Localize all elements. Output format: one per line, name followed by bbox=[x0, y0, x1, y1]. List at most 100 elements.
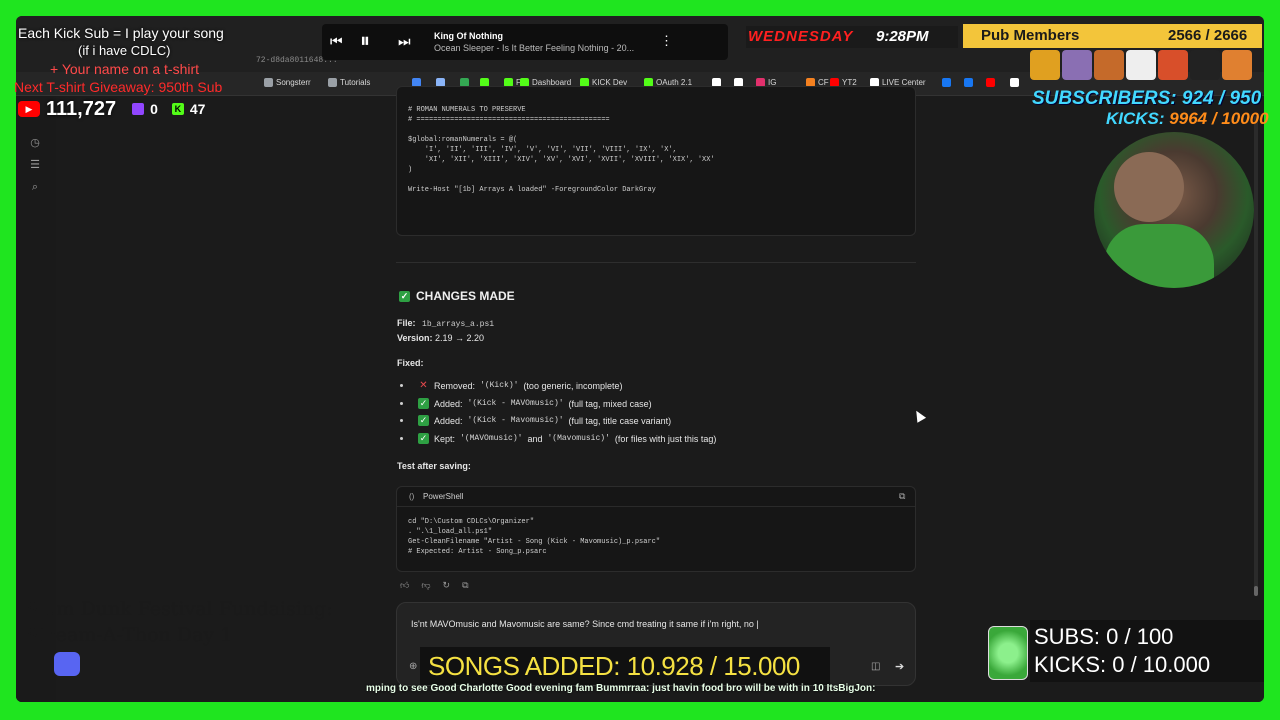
mouse-cursor-icon bbox=[911, 408, 927, 423]
code-brackets-icon: () bbox=[409, 492, 415, 501]
thumbs-up-icon[interactable]: 👍︎ bbox=[400, 580, 409, 591]
check-icon: ✓ bbox=[418, 433, 429, 444]
copy-icon[interactable]: ⧉ bbox=[899, 491, 905, 502]
avatar bbox=[1126, 50, 1156, 80]
track-subtitle: Ocean Sleeper - Is It Better Feeling Not… bbox=[434, 43, 635, 53]
subs-goal: SUBS: 0 / 100 bbox=[1034, 624, 1174, 649]
change-item: ✓ Kept: '(MAVOmusic)' and '(Mavomusic)' … bbox=[400, 433, 716, 444]
bookmark-item[interactable] bbox=[986, 78, 995, 87]
change-item: ✓ Added: '(Kick - Mavomusic)' (full tag,… bbox=[400, 415, 671, 426]
code-text: cd "D:\Custom CDLCs\Organizer" . ".\1_lo… bbox=[408, 518, 661, 556]
more-icon[interactable]: ⋮ bbox=[660, 33, 673, 49]
retry-icon[interactable]: ↻ bbox=[443, 580, 451, 591]
send-icon[interactable]: ➔ bbox=[895, 660, 904, 673]
chat-ticker: mping to see Good Charlotte Good evening… bbox=[360, 682, 1220, 696]
webcam-shirt bbox=[1104, 224, 1214, 288]
test-label: Test after saving: bbox=[397, 461, 471, 471]
subscribers-goal: SUBSCRIBERS: 924 / 950 bbox=[1032, 88, 1262, 109]
scrollbar[interactable] bbox=[1254, 116, 1258, 596]
check-icon: ✓ bbox=[418, 398, 429, 409]
pub-members-count: 2566 / 2666 bbox=[1168, 27, 1248, 44]
bookmark-label: Songsterr bbox=[276, 78, 311, 87]
message-actions: 👍︎ 👎︎ ↻ ⧉ bbox=[400, 580, 469, 591]
code-block-arrays: # ROMAN NUMERALS TO PRESERVE # =========… bbox=[396, 86, 916, 236]
changes-heading: ✓ CHANGES MADE bbox=[399, 289, 515, 303]
goals-box: SUBS: 0 / 100 KICKS: 0 / 10.000 bbox=[1030, 620, 1264, 682]
avatar bbox=[1062, 50, 1092, 80]
time: 9:28PM bbox=[876, 28, 929, 45]
bookmark-icon bbox=[986, 78, 995, 87]
pub-members-banner: Pub Members 2566 / 2666 bbox=[963, 24, 1262, 48]
promo-line-4: Next T-shirt Giveaway: 950th Sub bbox=[14, 79, 223, 95]
track-title: King Of Nothing bbox=[434, 31, 503, 41]
promo-overlay: Each Kick Sub = I play your song (if i h… bbox=[0, 0, 270, 120]
day: WEDNESDAY bbox=[748, 28, 854, 45]
webcam-person bbox=[1114, 152, 1184, 222]
change-item: ✓ Added: '(Kick - MAVOmusic)' (full tag,… bbox=[400, 398, 652, 409]
scrollbar-thumb[interactable] bbox=[1254, 586, 1258, 596]
bookmark-icon bbox=[942, 78, 951, 87]
kick-icon: K bbox=[171, 103, 184, 115]
cross-icon: ✕ bbox=[419, 380, 428, 391]
fixed-label: Fixed: bbox=[397, 358, 424, 368]
songs-added: SONGS ADDED: 10.928 / 15.000 bbox=[428, 651, 800, 681]
bookmark-label: Tutorials bbox=[340, 78, 371, 87]
code-header: () PowerShell ⧉ bbox=[397, 487, 915, 507]
stream-scene: 72-d8da8011648... SongsterrTutorialsFPDa… bbox=[0, 0, 1280, 720]
promo-line-3: + Your name on a t-shirt bbox=[50, 61, 200, 77]
change-item: ✕ Removed: '(Kick)' (too generic, incomp… bbox=[400, 380, 623, 391]
fundraising-line-1: Slam Dunk Festival Fundaising: bbox=[26, 598, 333, 620]
promo-line-2: (if i have CDLC) bbox=[78, 43, 171, 58]
promo-line-1: Each Kick Sub = I play your song bbox=[18, 25, 224, 41]
code-text: # ROMAN NUMERALS TO PRESERVE # =========… bbox=[408, 106, 715, 194]
pause-icon[interactable]: ⏸ bbox=[360, 30, 370, 53]
bookmark-item[interactable] bbox=[964, 78, 973, 87]
avatar bbox=[1030, 50, 1060, 80]
bookmark-item[interactable] bbox=[1010, 78, 1019, 87]
code-lang: PowerShell bbox=[423, 492, 464, 501]
avatar bbox=[1158, 50, 1188, 80]
bookmark-icon bbox=[964, 78, 973, 87]
attach-icon[interactable]: ⊕ bbox=[409, 661, 417, 672]
code-block-powershell: () PowerShell ⧉ cd "D:\Custom CDLCs\Orga… bbox=[396, 486, 916, 572]
avatar bbox=[1094, 50, 1124, 80]
version-line: Version: 2.19 → 2.20 bbox=[397, 333, 485, 343]
twitch-icon bbox=[132, 103, 145, 115]
webcam-feed bbox=[1094, 132, 1254, 288]
bookmark-icon bbox=[1010, 78, 1019, 87]
bookmark-item[interactable]: Songsterr bbox=[264, 78, 311, 87]
avatar bbox=[1190, 50, 1220, 80]
thumbs-down-icon[interactable]: 👎︎ bbox=[421, 580, 430, 591]
goals-jar-icon bbox=[988, 626, 1028, 680]
list-icon[interactable]: ☰ bbox=[28, 158, 42, 172]
bookmark-item[interactable]: Tutorials bbox=[328, 78, 370, 87]
discord-icon bbox=[54, 652, 80, 676]
history-icon[interactable]: ◷ bbox=[28, 136, 42, 150]
bookmark-icon bbox=[328, 78, 337, 87]
fundraising-line-2: Stream-A-Thon Day 1 bbox=[26, 624, 233, 646]
music-player: ⏮ ⏸ ⏭ King Of Nothing Ocean Sleeper - Is… bbox=[322, 24, 728, 60]
youtube-icon: ▶ bbox=[18, 101, 40, 117]
divider bbox=[396, 262, 916, 263]
avatar bbox=[1222, 50, 1252, 80]
bookmark-item[interactable] bbox=[942, 78, 951, 87]
copy-icon[interactable]: ⧉ bbox=[462, 580, 468, 591]
youtube-count: 111,727 bbox=[46, 97, 117, 120]
voice-icon[interactable]: ◫ bbox=[871, 661, 880, 672]
ticker-text: mping to see Good Charlotte Good evening… bbox=[366, 683, 876, 694]
kicks-goal: KICKS: 9964 / 10000 bbox=[1106, 109, 1269, 128]
previous-icon[interactable]: ⏮ bbox=[330, 33, 343, 50]
twitch-count: 0 bbox=[150, 101, 158, 117]
datetime-banner: WEDNESDAY 9:28PM bbox=[746, 26, 958, 48]
check-icon: ✓ bbox=[399, 290, 410, 302]
search-icon[interactable]: ⌕ bbox=[28, 180, 42, 194]
songs-added-banner: SONGS ADDED: 10.928 / 15.000 bbox=[420, 647, 830, 685]
kick-count: 47 bbox=[189, 101, 206, 117]
kicks-goal-2: KICKS: 0 / 10.000 bbox=[1034, 652, 1211, 677]
composer-input[interactable]: Is'nt MAVOmusic and Mavomusic are same? … bbox=[411, 619, 759, 629]
social-counts: ▶ 111,727 0 K 47 bbox=[18, 98, 205, 120]
pub-members-label: Pub Members bbox=[981, 27, 1080, 44]
next-icon[interactable]: ⏭ bbox=[398, 33, 411, 50]
file-line: File: 1b_arrays_a.ps1 bbox=[397, 318, 495, 329]
check-icon: ✓ bbox=[418, 415, 429, 426]
